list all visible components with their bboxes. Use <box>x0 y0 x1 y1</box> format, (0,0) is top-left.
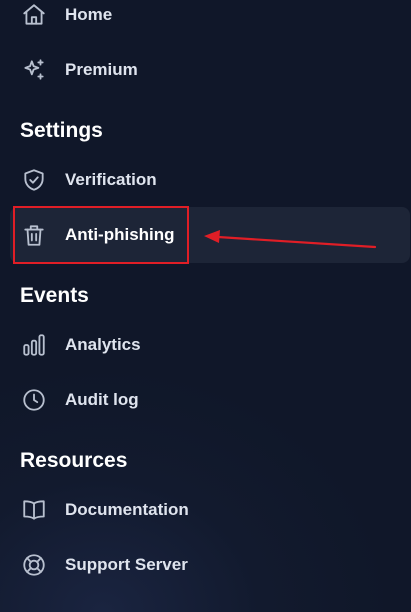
sidebar-item-label: Documentation <box>65 500 189 519</box>
trash-icon <box>20 221 48 249</box>
bar-chart-icon <box>20 331 48 359</box>
sidebar-item-label: Support Server <box>65 555 188 574</box>
sidebar-item-support-server[interactable]: Support Server <box>10 537 410 593</box>
life-buoy-icon <box>20 551 48 579</box>
sidebar-nav: Home Premium Settings Verification Anti-… <box>0 0 411 612</box>
sidebar-item-home[interactable]: Home <box>10 0 410 43</box>
section-heading-events: Events <box>20 284 89 307</box>
sidebar-item-documentation[interactable]: Documentation <box>10 482 410 538</box>
book-open-icon <box>20 496 48 524</box>
sidebar-item-label: Verification <box>65 170 157 189</box>
clock-icon <box>20 386 48 414</box>
sidebar-item-verification[interactable]: Verification <box>10 152 410 208</box>
sidebar-item-anti-phishing[interactable]: Anti-phishing <box>10 207 410 263</box>
sidebar-item-label: Premium <box>65 60 138 79</box>
home-icon <box>20 1 48 29</box>
sidebar-item-analytics[interactable]: Analytics <box>10 317 410 373</box>
shield-check-icon <box>20 166 48 194</box>
section-heading-settings: Settings <box>20 119 103 142</box>
sidebar-item-label: Home <box>65 5 113 24</box>
sidebar-item-label: Analytics <box>65 335 141 354</box>
sidebar-item-premium[interactable]: Premium <box>10 42 410 98</box>
sidebar-item-label: Audit log <box>65 390 139 409</box>
section-heading-resources: Resources <box>20 449 128 472</box>
sparkles-icon <box>20 56 48 84</box>
sidebar-item-audit-log[interactable]: Audit log <box>10 372 410 428</box>
sidebar-item-label: Anti-phishing <box>65 225 175 244</box>
